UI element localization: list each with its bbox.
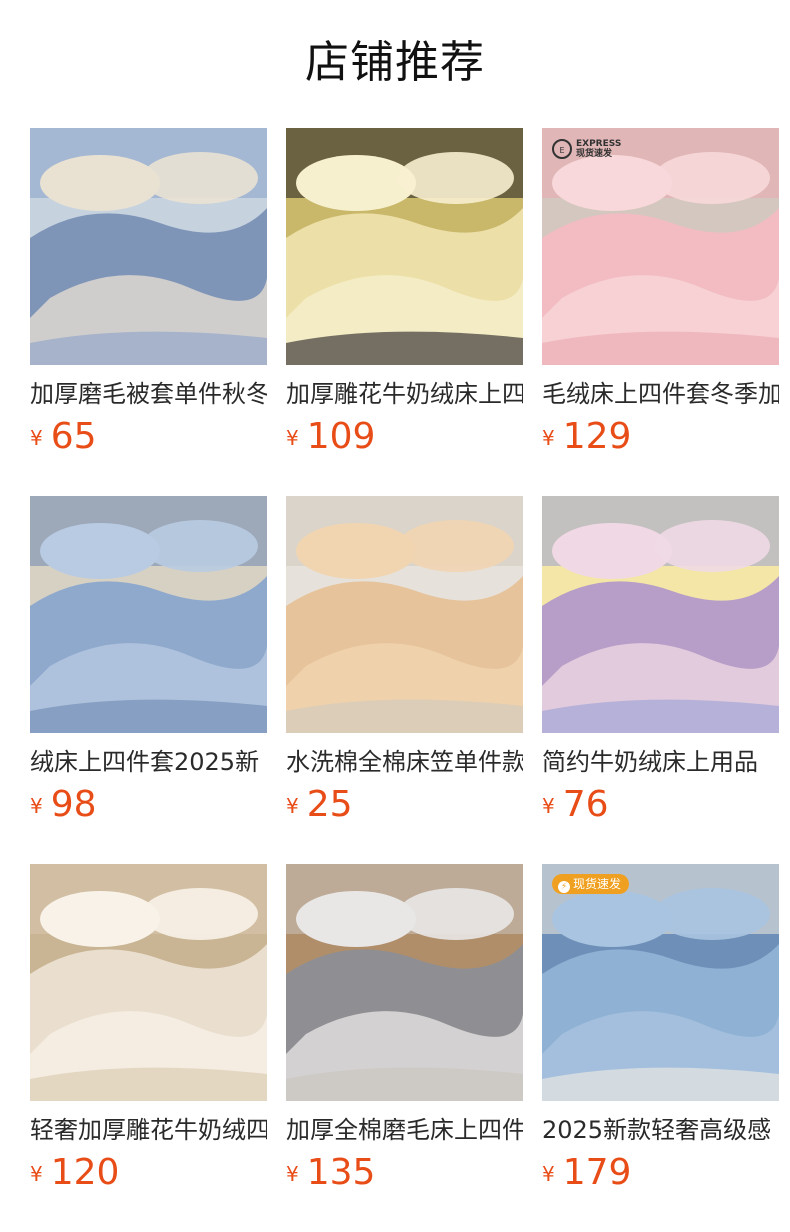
product-card[interactable]: 加厚雕花牛奶绒床上四 ¥109: [286, 128, 523, 496]
product-card[interactable]: 水洗棉全棉床笠单件款 ¥25: [286, 496, 523, 864]
product-name[interactable]: 水洗棉全棉床笠单件款: [286, 747, 523, 777]
product-photo: [286, 864, 523, 1101]
product-image[interactable]: [30, 496, 267, 733]
product-photo: [30, 864, 267, 1101]
express-mark: E: [552, 139, 572, 159]
product-card[interactable]: 加厚全棉磨毛床上四件 ¥135: [286, 864, 523, 1232]
product-name[interactable]: 毛绒床上四件套冬季加: [542, 379, 779, 409]
product-photo: [30, 496, 267, 733]
express-line-2: 现货速发: [576, 149, 613, 159]
product-price: ¥135: [286, 1151, 523, 1195]
product-name[interactable]: 加厚雕花牛奶绒床上四: [286, 379, 523, 409]
currency-symbol: ¥: [30, 794, 43, 818]
product-photo: [286, 496, 523, 733]
product-card[interactable]: 加厚磨毛被套单件秋冬 ¥65: [30, 128, 267, 496]
product-name[interactable]: 加厚磨毛被套单件秋冬: [30, 379, 267, 409]
product-price: ¥120: [30, 1151, 267, 1195]
price-value: 109: [306, 416, 376, 457]
price-value: 120: [50, 1152, 120, 1193]
product-name[interactable]: 绒床上四件套2025新: [30, 747, 267, 777]
product-image[interactable]: E EXPRESS 现货速发: [542, 128, 779, 365]
product-card[interactable]: E EXPRESS 现货速发 毛绒床上四件套冬季加 ¥129: [542, 128, 779, 496]
price-value: 76: [562, 784, 609, 825]
product-photo: [542, 128, 779, 365]
product-name[interactable]: 2025新款轻奢高级感: [542, 1115, 779, 1145]
section-title: 店铺推荐: [305, 37, 485, 88]
product-card[interactable]: 绒床上四件套2025新 ¥98: [30, 496, 267, 864]
currency-symbol: ¥: [286, 794, 299, 818]
product-card[interactable]: 简约牛奶绒床上用品 ¥76: [542, 496, 779, 864]
product-image[interactable]: [286, 128, 523, 365]
currency-symbol: ¥: [542, 426, 555, 450]
currency-symbol: ¥: [30, 1162, 43, 1186]
product-price: ¥179: [542, 1151, 779, 1195]
currency-symbol: ¥: [542, 794, 555, 818]
product-name[interactable]: 轻奢加厚雕花牛奶绒四: [30, 1115, 267, 1145]
product-image[interactable]: [30, 864, 267, 1101]
currency-symbol: ¥: [286, 426, 299, 450]
price-value: 25: [306, 784, 353, 825]
product-image[interactable]: ⚡ 现货速发: [542, 864, 779, 1101]
price-value: 179: [562, 1152, 632, 1193]
express-logo: E EXPRESS 现货速发: [552, 136, 621, 162]
currency-symbol: ¥: [286, 1162, 299, 1186]
price-value: 98: [50, 784, 97, 825]
product-price: ¥76: [542, 783, 779, 827]
product-image[interactable]: [286, 864, 523, 1101]
product-price: ¥98: [30, 783, 267, 827]
in-stock-badge: ⚡ 现货速发: [552, 874, 630, 894]
express-line-1: EXPRESS: [576, 139, 622, 149]
badge-label: 现货速发: [573, 877, 622, 891]
product-grid: 加厚磨毛被套单件秋冬 ¥65 加厚雕花牛奶绒床上四 ¥109 E EXPRESS 现货速发毛…: [30, 128, 780, 1232]
product-image[interactable]: [542, 496, 779, 733]
currency-symbol: ¥: [30, 426, 43, 450]
product-photo: [30, 128, 267, 365]
product-price: ¥65: [30, 415, 267, 459]
product-photo: [542, 496, 779, 733]
product-card[interactable]: 轻奢加厚雕花牛奶绒四 ¥120: [30, 864, 267, 1232]
product-name[interactable]: 加厚全棉磨毛床上四件: [286, 1115, 523, 1145]
currency-symbol: ¥: [542, 1162, 555, 1186]
product-image[interactable]: [286, 496, 523, 733]
price-value: 135: [306, 1152, 376, 1193]
product-image[interactable]: [30, 128, 267, 365]
price-value: 129: [562, 416, 632, 457]
price-value: 65: [50, 416, 97, 457]
product-photo: [286, 128, 523, 365]
product-name[interactable]: 简约牛奶绒床上用品: [542, 747, 779, 777]
product-price: ¥25: [286, 783, 523, 827]
product-photo: [542, 864, 779, 1101]
product-card[interactable]: ⚡ 现货速发 2025新款轻奢高级感 ¥179: [542, 864, 779, 1232]
lightning-icon: ⚡: [558, 881, 570, 893]
product-price: ¥109: [286, 415, 523, 459]
express-text: EXPRESS 现货速发: [576, 139, 621, 159]
product-price: ¥129: [542, 415, 779, 459]
